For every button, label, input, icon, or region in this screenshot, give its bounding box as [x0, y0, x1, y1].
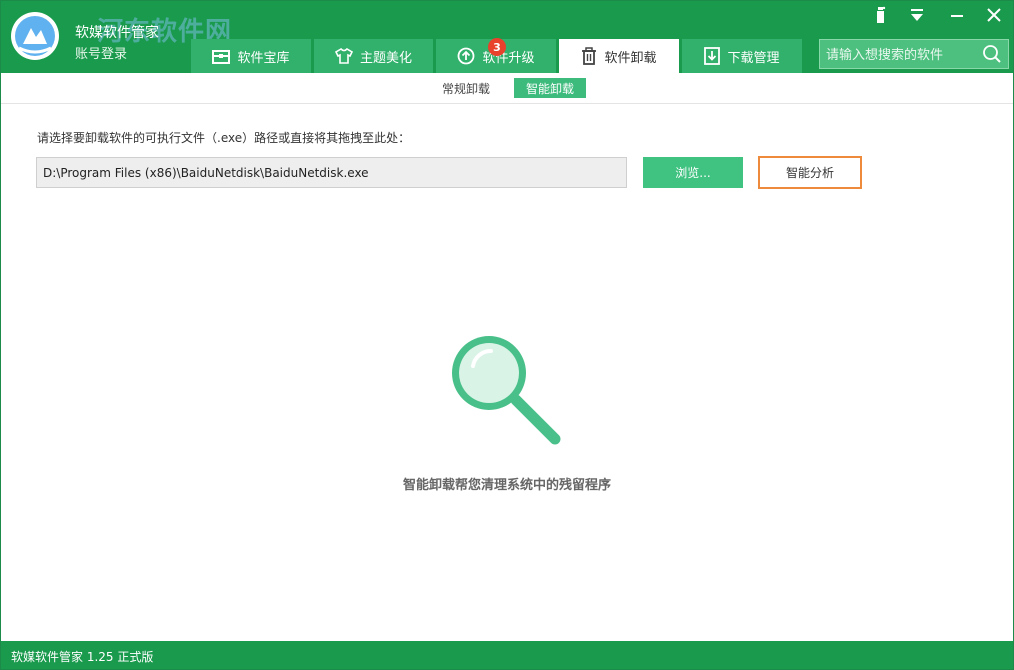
status-bar: 软媒软件管家 1.25 正式版 [1, 641, 1013, 669]
menu-dropdown-icon[interactable] [907, 5, 927, 25]
login-link[interactable]: 账号登录 [75, 43, 127, 62]
main-tabs: 软件宝库 主题美化 软件升级 3 软件卸载 下载管理 [191, 38, 805, 73]
path-prompt-label: 请选择要卸载软件的可执行文件（.exe）路径或直接将其拖拽至此处： [37, 131, 411, 145]
update-count-badge: 3 [488, 38, 506, 56]
search-input[interactable] [820, 40, 988, 70]
tab-label: 软件卸载 [604, 50, 657, 66]
tab-software-library[interactable]: 软件宝库 [191, 39, 311, 73]
app-title: 软媒软件管家 [75, 25, 159, 41]
empty-state-hint: 智能卸载帮您清理系统中的残留程序 [402, 478, 611, 493]
subtab-smart-uninstall[interactable]: 智能卸载 [514, 78, 586, 98]
minimize-icon[interactable] [947, 5, 967, 25]
close-icon[interactable] [984, 5, 1004, 25]
version-label: 软媒软件管家 1.25 正式版 [11, 650, 154, 664]
search-icon[interactable] [982, 44, 1002, 64]
magnifier-illustration-icon [452, 336, 561, 445]
subtab-normal-uninstall[interactable]: 常规卸载 [433, 78, 499, 98]
app-window: 河东软件网 软媒软件管家 账号登录 软件宝库 主题美化 软件升级 3 软件卸载 … [0, 0, 1014, 670]
tab-label: 软件宝库 [237, 50, 290, 66]
browse-button[interactable]: 浏览... [643, 157, 743, 188]
skin-bottle-icon[interactable] [871, 5, 891, 25]
search-box [819, 39, 1009, 70]
tab-label: 主题美化 [359, 50, 412, 66]
tab-label: 下载管理 [727, 50, 780, 66]
trash-icon [582, 47, 597, 65]
tshirt-icon [334, 48, 353, 64]
toolbox-icon [212, 50, 231, 64]
app-logo-icon [11, 12, 59, 60]
tab-upgrade[interactable]: 软件升级 3 [436, 38, 556, 73]
exe-path-input[interactable] [36, 157, 627, 188]
title-bar: 河东软件网 软媒软件管家 账号登录 软件宝库 主题美化 软件升级 3 软件卸载 … [1, 1, 1013, 73]
download-icon [704, 47, 721, 65]
tab-uninstall[interactable]: 软件卸载 [559, 39, 679, 73]
sub-tab-bar: 常规卸载 智能卸载 [1, 73, 1013, 104]
upgrade-icon [458, 47, 475, 65]
tab-download[interactable]: 下载管理 [682, 39, 802, 73]
tab-theme[interactable]: 主题美化 [314, 39, 433, 73]
smart-analyze-button[interactable]: 智能分析 [758, 156, 862, 189]
